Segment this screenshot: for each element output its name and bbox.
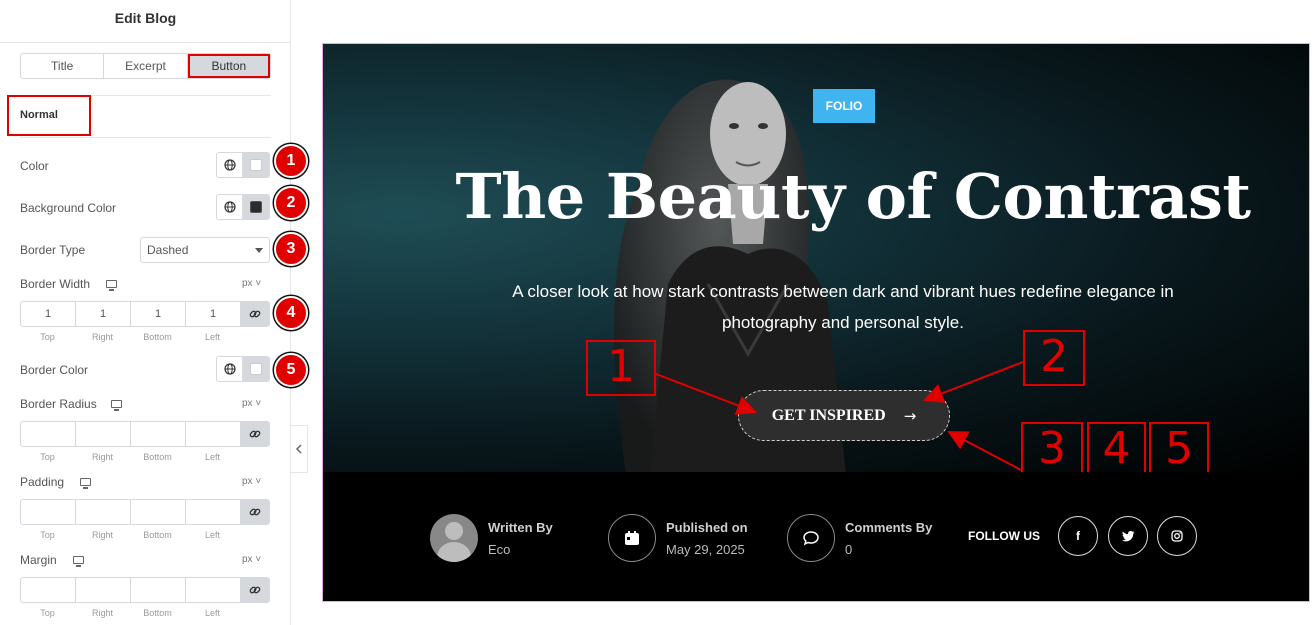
desktop-icon[interactable] [73, 556, 84, 567]
chevron-left-icon [295, 444, 302, 454]
author-title: Written By [488, 519, 553, 535]
margin-right[interactable] [76, 578, 131, 602]
divider [20, 137, 271, 138]
panel-title: Edit Blog [114, 10, 177, 26]
preview-canvas: FOLIO The Beauty of Contrast A closer lo… [322, 43, 1310, 602]
link-icon[interactable] [241, 578, 269, 602]
link-icon[interactable] [241, 422, 269, 446]
comments-meta: Comments By 0 [787, 514, 932, 562]
border-width-labels: Top Right Bottom Left [40, 332, 220, 342]
unit-selector[interactable]: px ˅ [242, 398, 261, 409]
border-radius-inputs [20, 421, 270, 447]
padding-labels: Top Right Bottom Left [40, 530, 220, 540]
border-color-label: Border Color [20, 363, 89, 377]
calendar-icon [608, 514, 656, 562]
link-icon[interactable] [241, 302, 269, 326]
facebook-icon[interactable]: f [1058, 516, 1098, 556]
padding-label: Padding [20, 475, 65, 489]
border-width-bottom[interactable]: 1 [131, 302, 186, 326]
padding-bottom[interactable] [131, 500, 186, 524]
panel-divider [0, 42, 291, 43]
border-width-inputs: 1 1 1 1 [20, 301, 270, 327]
padding-right[interactable] [76, 500, 131, 524]
border-color-picker[interactable] [216, 356, 270, 382]
author-name[interactable]: Eco [488, 542, 553, 557]
link-icon[interactable] [241, 500, 269, 524]
border-type-select[interactable]: Dashed [140, 237, 270, 263]
editor-panel: Edit Blog Title Excerpt Button Normal Co… [0, 0, 308, 625]
border-radius-left[interactable] [186, 422, 241, 446]
comments-title: Comments By [845, 519, 933, 535]
border-radius-labels: Top Right Bottom Left [40, 452, 220, 462]
border-radius-bottom[interactable] [131, 422, 186, 446]
desktop-icon[interactable] [111, 400, 122, 411]
published-title: Published on [666, 519, 748, 535]
tab-title[interactable]: Title [21, 54, 105, 78]
border-width-label: Border Width [20, 277, 91, 291]
border-radius-label: Border Radius [20, 397, 97, 411]
background-color-swatch[interactable] [250, 201, 262, 213]
author-meta: Written By Eco [430, 514, 553, 562]
border-radius-top[interactable] [21, 422, 76, 446]
avatar[interactable] [430, 514, 478, 562]
background-color-label: Background Color [20, 201, 117, 215]
background-color-picker[interactable] [216, 194, 270, 220]
border-radius-right[interactable] [76, 422, 131, 446]
margin-top[interactable] [21, 578, 76, 602]
published-meta: Published on May 29, 2025 [608, 514, 748, 562]
unit-selector[interactable]: px ˅ [242, 554, 261, 565]
style-tabs: Title Excerpt Button [20, 53, 271, 79]
annotation-badge-2: 2 [274, 186, 308, 220]
border-type-value: Dashed [147, 243, 189, 257]
border-color-swatch[interactable] [250, 363, 262, 375]
border-width-right[interactable]: 1 [76, 302, 131, 326]
comments-count: 0 [845, 541, 853, 557]
border-width-top[interactable]: 1 [21, 302, 76, 326]
annotation-badge-1: 1 [274, 144, 308, 178]
unit-selector[interactable]: px ˅ [242, 476, 261, 487]
margin-inputs [20, 577, 270, 603]
padding-top[interactable] [21, 500, 76, 524]
unit-selector[interactable]: px ˅ [242, 278, 261, 289]
tab-normal[interactable]: Normal [20, 109, 58, 121]
instagram-icon[interactable] [1157, 516, 1197, 556]
color-swatch[interactable] [250, 159, 262, 171]
tab-button[interactable]: Button [187, 54, 270, 78]
margin-labels: Top Right Bottom Left [40, 608, 220, 618]
published-date: May 29, 2025 [666, 541, 745, 557]
annotation-badge-4: 4 [274, 296, 308, 330]
desktop-icon[interactable] [106, 280, 117, 291]
border-type-label: Border Type [20, 243, 86, 257]
margin-label: Margin [20, 553, 57, 567]
caret-down-icon [255, 248, 263, 253]
tab-excerpt[interactable]: Excerpt [104, 54, 188, 78]
collapse-panel-button[interactable] [291, 425, 308, 473]
desktop-icon[interactable] [80, 478, 91, 489]
globe-icon[interactable] [217, 153, 243, 177]
margin-bottom[interactable] [131, 578, 186, 602]
globe-icon[interactable] [217, 195, 243, 219]
margin-left[interactable] [186, 578, 241, 602]
annotation-badge-3: 3 [274, 232, 308, 266]
comment-icon [787, 514, 835, 562]
globe-icon[interactable] [217, 357, 243, 381]
color-label: Color [20, 159, 49, 173]
border-width-left[interactable]: 1 [186, 302, 241, 326]
padding-left[interactable] [186, 500, 241, 524]
padding-inputs [20, 499, 270, 525]
follow-us-label: FOLLOW US [968, 529, 1040, 543]
twitter-icon[interactable] [1108, 516, 1148, 556]
color-picker[interactable] [216, 152, 270, 178]
annotation-badge-5: 5 [274, 353, 308, 387]
